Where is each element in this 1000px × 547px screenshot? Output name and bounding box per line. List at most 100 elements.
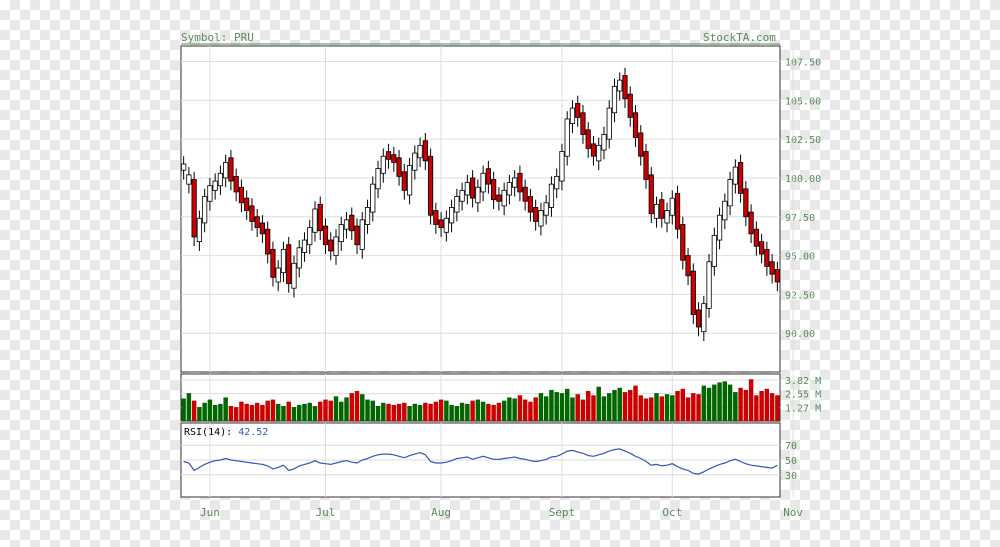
candle-body [659, 199, 665, 219]
volume-bar [417, 404, 423, 421]
candle-body [512, 177, 518, 188]
volume-bar [580, 399, 586, 421]
candle-body [627, 93, 633, 118]
volume-bar [281, 406, 286, 421]
candle-body [233, 175, 239, 193]
volume-bar [470, 400, 475, 421]
volume-bar [365, 399, 370, 421]
month-label: Nov [783, 506, 803, 519]
volume-bar [754, 395, 759, 421]
volume-bar [333, 396, 339, 421]
volume-bar [507, 397, 512, 421]
candle-body [433, 210, 439, 225]
volume-bar [354, 391, 360, 421]
candle-body [412, 152, 418, 171]
candle-body [343, 219, 350, 230]
volume-bar [617, 387, 622, 421]
volume-bar [559, 393, 565, 421]
candle-body [286, 244, 292, 284]
volume-bar [207, 399, 213, 421]
candle-body [622, 75, 628, 100]
candle-body [769, 261, 775, 275]
volume-tick-label: 3.82 M [785, 376, 821, 387]
volume-bar [275, 403, 281, 421]
candle-body [312, 208, 318, 233]
volume-bar [622, 392, 628, 421]
candle-body [590, 143, 597, 157]
candle-body [669, 197, 675, 216]
candle-body [569, 107, 576, 125]
candle-body [270, 248, 276, 278]
candle-body [291, 262, 297, 289]
volume-bar [680, 388, 686, 421]
candle-body [359, 219, 365, 250]
volume-bar [396, 403, 402, 421]
month-label: Sept [549, 506, 576, 519]
month-label: Jul [316, 506, 336, 519]
price-panel [180, 45, 781, 373]
volume-bar [738, 387, 743, 421]
candle-body [706, 261, 712, 309]
volume-bar [186, 393, 192, 421]
volume-bar [328, 400, 333, 421]
candle-body [212, 180, 218, 191]
volume-bar [628, 389, 633, 421]
volume-bar [659, 396, 665, 421]
volume-bar [649, 397, 654, 421]
candle-body [517, 172, 523, 193]
volume-bar [454, 406, 460, 421]
volume-bar [633, 385, 638, 421]
price-tick-label: 100.00 [785, 174, 821, 185]
rsi-tick-label: 50 [785, 456, 797, 467]
candle-body [596, 144, 602, 162]
candle-body [443, 217, 449, 233]
candle-body [748, 211, 754, 235]
candle-body [449, 207, 455, 224]
candle-body [496, 194, 502, 202]
candle-body [422, 140, 428, 162]
volume-bar [486, 403, 491, 421]
candle-body [186, 174, 192, 185]
candle-body [244, 197, 250, 211]
candle-body [438, 219, 444, 229]
candle-body [417, 144, 423, 159]
volume-bar [769, 393, 775, 421]
candle-body [601, 134, 607, 151]
volume-bar [228, 406, 234, 421]
candle-body [470, 177, 476, 199]
volume-bar [607, 393, 612, 421]
candle-body [606, 107, 612, 140]
price-tick-label: 92.50 [785, 290, 815, 301]
candle-body [711, 234, 717, 267]
volume-bar [381, 402, 386, 421]
candle-body [737, 162, 744, 194]
volume-bar [475, 399, 481, 421]
candle-body [722, 200, 728, 221]
volume-bar [370, 400, 376, 421]
volume-bar [244, 403, 249, 421]
volume-bar [318, 401, 323, 421]
volume-bar [386, 403, 391, 421]
candle-body [249, 205, 255, 222]
volume-bar [465, 403, 470, 421]
volume-bar [323, 399, 328, 421]
volume-bar [727, 384, 733, 421]
volume-bar [254, 402, 260, 421]
volume-bar [722, 381, 728, 421]
volume-bar [412, 403, 418, 421]
volume-bar [239, 401, 244, 421]
candle-body [643, 151, 649, 180]
candle-body [328, 239, 334, 252]
candle-body [533, 207, 539, 222]
candle-body [491, 179, 497, 201]
volume-bar [202, 402, 207, 421]
volume-bar [459, 402, 465, 421]
candle-body [196, 217, 202, 243]
candle-body [638, 132, 644, 157]
volume-bar [375, 406, 381, 421]
volume-bar [296, 404, 302, 421]
candle-body [485, 168, 491, 185]
candle-body [585, 129, 591, 149]
candle-body [322, 225, 329, 246]
volume-bar [596, 386, 601, 421]
